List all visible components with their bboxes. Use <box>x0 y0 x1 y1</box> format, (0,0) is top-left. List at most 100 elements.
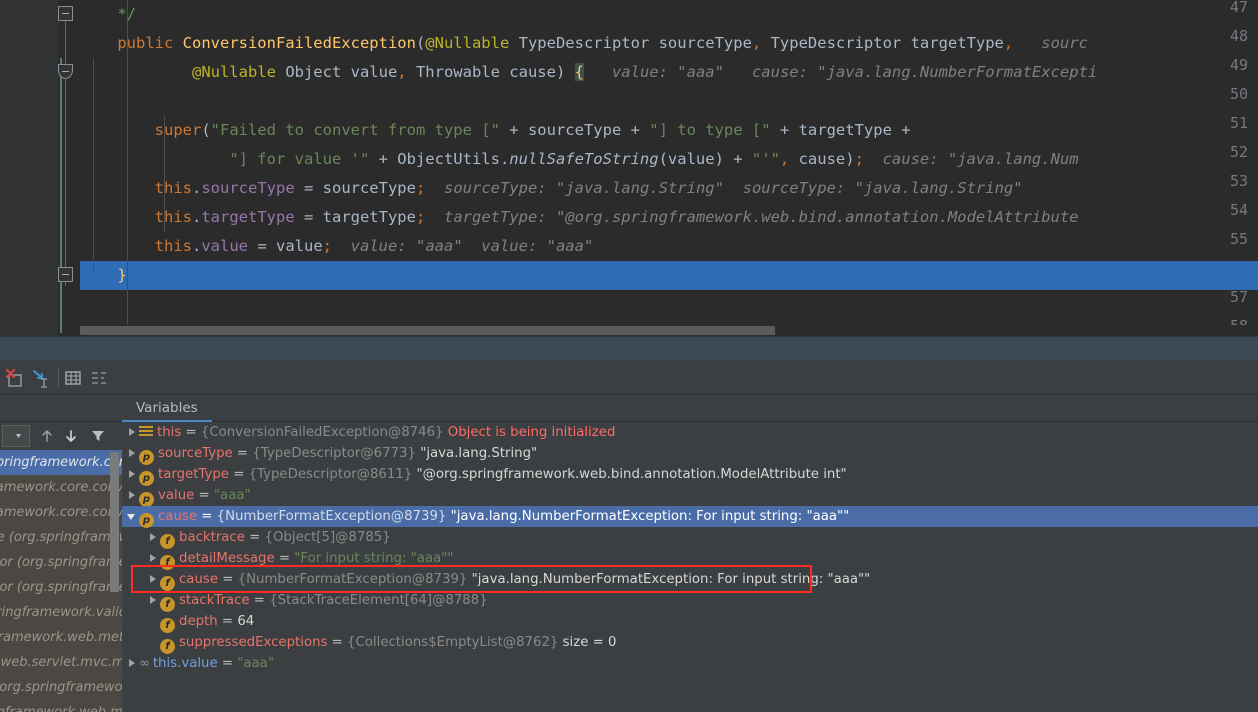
code-line-49[interactable]: @Nullable Object value, Throwable cause)… <box>80 58 1097 87</box>
expand-arrow-icon[interactable] <box>126 485 139 506</box>
tab-variables[interactable]: Variables <box>122 395 212 422</box>
var-row-cause[interactable]: p cause = {NumberFormatException@8739} "j… <box>122 506 1258 528</box>
sort-values-icon[interactable] <box>88 367 110 389</box>
chevron-down-icon <box>16 434 21 438</box>
fold-marker-56-icon[interactable] <box>58 267 73 282</box>
code-line-47[interactable]: */ <box>80 0 136 29</box>
code-line-54[interactable]: this.targetType = targetType; targetType… <box>80 203 1079 232</box>
code-editor[interactable]: 474849505152535455565758 */ public Conve… <box>0 0 1258 336</box>
expand-arrow-icon[interactable] <box>126 464 139 485</box>
var-row-cause-nested[interactable]: f cause = {NumberFormatException@8739} "j… <box>122 569 1258 591</box>
equals-sign: = <box>197 509 217 524</box>
variable-name: cause <box>158 509 197 524</box>
frame-label: InvocableHandlerMethod:167, InvocableHan… <box>0 700 122 712</box>
mute-breakpoints-icon[interactable] <box>4 367 26 389</box>
expand-arrow-icon[interactable] <box>147 548 160 569</box>
code-token: "] to type [" <box>649 121 771 139</box>
frame-down-icon[interactable] <box>62 427 80 449</box>
code-token: , <box>751 34 762 52</box>
expand-arrow-icon[interactable] <box>147 527 160 548</box>
frame-list-item[interactable]: ModelAttributeMethodProcessor:161, Model… <box>0 625 122 650</box>
expand-arrow-icon[interactable] <box>147 569 160 590</box>
var-row-suppressedExceptions[interactable]: f suppressedExceptions = {Collections$Emp… <box>122 632 1258 654</box>
code-token: . <box>191 179 202 197</box>
frames-list[interactable]: ConversionFailedException:56, Conversion… <box>0 450 122 712</box>
editor-hscrollbar-thumb[interactable] <box>80 326 775 335</box>
show-as-table-icon[interactable] <box>62 367 84 389</box>
code-line-52[interactable]: "] for value '" + ObjectUtils.nullSafeTo… <box>80 145 1079 174</box>
frame-list-item[interactable]: GenericConversionService:192, GenericCon… <box>0 475 122 500</box>
frames-scrollbar-thumb[interactable] <box>110 452 119 592</box>
var-row-detailMessage[interactable]: f detailMessage = "For input string: "aaa… <box>122 548 1258 570</box>
editor-gutter[interactable] <box>0 0 58 336</box>
editor-debug-splitter[interactable] <box>0 336 1258 360</box>
evaluate-expression-icon[interactable] <box>30 367 52 389</box>
code-token: + targetType + <box>770 121 911 139</box>
thread-selector-dropdown[interactable] <box>2 425 30 447</box>
frame-list-item[interactable]: ServletModelAttributeMethodProcessor:160… <box>0 650 122 675</box>
code-token: cause: "java.lang.Num <box>863 150 1079 168</box>
frame-list-item[interactable]: ConversionFailedException:56, Conversion… <box>0 450 122 475</box>
var-row-this[interactable]: this = {ConversionFailedException@8746} … <box>122 422 1258 443</box>
code-token: value: "aaa" cause: "java.lang.NumberFor… <box>583 63 1098 81</box>
code-text-area[interactable]: */ public ConversionFailedException(@Nul… <box>80 0 1258 336</box>
equals-sign: = <box>327 635 348 650</box>
code-token: targetType: "@org.springframework.web.bi… <box>425 208 1079 226</box>
frame-list-item[interactable]: InvocableHandlerMethod:167, InvocableHan… <box>0 700 122 712</box>
var-row-depth[interactable]: f depth = 64 <box>122 611 1258 633</box>
object-reference: {StackTraceElement[64]@8788} <box>269 593 488 608</box>
code-line-51[interactable]: super("Failed to convert from type [" + … <box>80 116 911 145</box>
variables-tree[interactable]: this = {ConversionFailedException@8746} … <box>122 422 1258 712</box>
code-line-53[interactable]: this.sourceType = sourceType; sourceType… <box>80 174 1023 203</box>
frame-list-item[interactable]: AbstractNestablePropertyAccessor:593, Ab… <box>0 550 122 575</box>
expand-arrow-icon[interactable] <box>147 590 160 611</box>
var-row-targetType[interactable]: p targetType = {TypeDescriptor@8611} "@or… <box>122 464 1258 486</box>
variable-value: "aaa" <box>237 656 274 671</box>
var-row-stackTrace[interactable]: f stackTrace = {StackTraceElement[64]@878… <box>122 590 1258 612</box>
code-token: = targetType <box>294 208 416 226</box>
object-reference: {NumberFormatException@8739} <box>237 572 468 587</box>
frames-panel[interactable]: ConversionFailedException:56, Conversion… <box>0 422 122 712</box>
expand-arrow-icon[interactable] <box>126 653 139 674</box>
debugger-toolbar[interactable] <box>0 360 1258 395</box>
code-token: TypeDescriptor sourceType <box>518 34 752 52</box>
frame-list-item[interactable]: GenericConversionService:175, GenericCon… <box>0 500 122 525</box>
parameter-badge-icon: p <box>139 492 154 507</box>
frame-list-item[interactable]: HandlerMethodArgumentResolverComposite:1… <box>0 675 122 700</box>
code-line-55[interactable]: this.value = value; value: "aaa" value: … <box>80 232 594 261</box>
variable-name: suppressedExceptions <box>179 635 328 650</box>
code-token: ( <box>201 121 211 139</box>
var-row-sourceType[interactable]: p sourceType = {TypeDescriptor@6773} "jav… <box>122 443 1258 465</box>
expand-arrow-icon[interactable] <box>126 443 139 464</box>
frame-list-item[interactable]: TypeConverterDelegate:191, TypeConverter… <box>0 525 122 550</box>
field-badge-icon: f <box>160 576 175 591</box>
variable-name: detailMessage <box>179 551 275 566</box>
code-line-56[interactable]: } <box>80 261 126 290</box>
frames-toolbar[interactable] <box>0 422 122 450</box>
frame-up-icon[interactable] <box>38 427 56 449</box>
equals-sign: = <box>244 530 265 545</box>
code-token: , <box>1003 34 1014 52</box>
equals-sign: = <box>217 614 238 629</box>
filter-frames-icon[interactable] <box>89 427 107 449</box>
frame-list-item[interactable]: DataBinder:887, DataBinder (org.springfr… <box>0 600 122 625</box>
var-row-this-value-watch[interactable]: ∞ this.value = "aaa" <box>122 653 1258 674</box>
expand-arrow-icon[interactable] <box>126 422 139 443</box>
var-row-value[interactable]: p value = "aaa" <box>122 485 1258 507</box>
code-token: value: "aaa" value: "aaa" <box>332 237 594 255</box>
collapse-arrow-icon[interactable] <box>126 506 139 527</box>
equals-sign: = <box>194 488 214 503</box>
object-reference: {TypeDescriptor@6773} <box>252 446 416 461</box>
frame-list-item[interactable]: AbstractNestablePropertyAccessor:458, Ab… <box>0 575 122 600</box>
variable-value: "aaa" <box>213 488 251 503</box>
variable-name: this <box>157 425 182 440</box>
debugger-tabs-row[interactable]: Variables <box>0 395 1258 422</box>
var-row-backtrace[interactable]: f backtrace = {Object[5]@8785} <box>122 527 1258 549</box>
variable-name: backtrace <box>179 530 245 545</box>
code-line-48[interactable]: public ConversionFailedException(@Nullab… <box>80 29 1088 58</box>
equals-sign: = <box>228 467 249 482</box>
fold-marker-47-icon[interactable] <box>58 6 73 21</box>
